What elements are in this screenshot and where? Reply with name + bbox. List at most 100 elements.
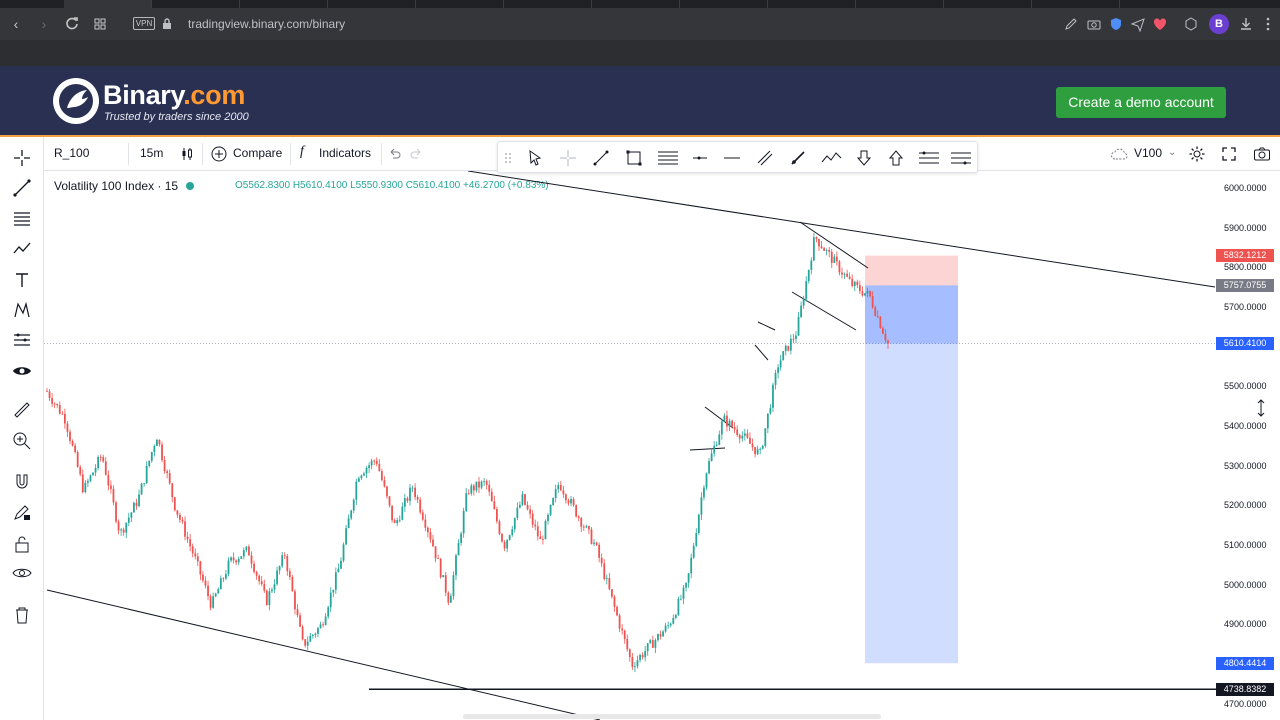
reload-icon[interactable] [64,16,80,32]
menu-dots-icon[interactable] [1260,16,1276,32]
line-tool-icon[interactable] [592,149,610,167]
browser-tab[interactable] [240,0,328,8]
long-position-icon[interactable] [918,149,940,167]
lock-drawing-icon[interactable] [11,501,33,523]
compare-plus-icon[interactable] [211,146,227,162]
camera-icon[interactable] [1086,16,1102,32]
browser-tab-active[interactable] [64,0,152,8]
browser-tab[interactable] [1032,0,1120,8]
eye-icon[interactable] [11,360,33,382]
edit-icon[interactable] [1063,16,1079,32]
candle-body [485,480,488,485]
text-tool-icon[interactable] [11,269,33,291]
parallel-channel-icon[interactable] [756,149,774,167]
profile-avatar[interactable]: B [1209,14,1229,34]
ruler-icon[interactable] [11,399,33,421]
candle-body [258,575,261,582]
send-icon[interactable] [1130,16,1146,32]
back-icon[interactable]: ‹ [8,16,24,32]
cloud-icon[interactable] [1110,147,1130,161]
indicators-button[interactable]: Indicators [319,146,371,160]
heart-icon[interactable] [1152,16,1168,32]
lock-icon[interactable] [160,17,174,31]
candle-body [163,460,166,472]
browser-tab[interactable] [416,0,504,8]
pattern-icon[interactable] [11,238,33,260]
browser-tab[interactable] [152,0,240,8]
create-demo-account-button[interactable]: Create a demo account [1056,87,1226,118]
price-axis-tick: 5900.0000 [1224,222,1267,233]
candles-icon[interactable] [180,147,194,161]
bookmarks-bar [0,40,1280,66]
candle-body [792,338,795,340]
magnet-icon[interactable] [11,471,33,493]
short-position-icon[interactable] [950,149,972,167]
candle-body [674,614,677,618]
candle-body [708,461,710,474]
template-selector[interactable]: V100 [1134,146,1162,160]
browser-tab[interactable] [856,0,944,8]
arrow-up-icon[interactable] [887,149,905,167]
candle-body [150,452,153,461]
candle-body [498,521,501,534]
price-chart-canvas[interactable] [44,171,1216,720]
horizontal-ray-icon[interactable] [691,149,709,167]
time-scrollbar[interactable] [463,714,881,719]
drag-handle-icon[interactable] [504,149,512,167]
browser-tab[interactable] [328,0,416,8]
shield-icon[interactable] [1108,16,1124,32]
trend-line-icon[interactable] [11,177,33,199]
xabcd-pattern-icon[interactable] [11,299,33,321]
hide-icon[interactable] [11,562,33,584]
candle-body [669,623,672,626]
download-icon[interactable] [1238,16,1254,32]
tab-grid-icon[interactable] [92,16,108,32]
snapshot-camera-icon[interactable] [1253,146,1271,162]
url-field[interactable]: tradingview.binary.com/binary [188,16,345,32]
candle-body [621,628,624,631]
binary-logo-icon[interactable] [53,78,99,124]
candle-body [291,577,294,592]
fib-retracement-icon[interactable] [11,208,33,230]
horizontal-line-icon[interactable] [723,149,741,167]
price-axis-tick: 5700.0000 [1224,302,1267,312]
path-tool-icon[interactable] [821,149,843,167]
fx-icon[interactable]: f [300,144,304,160]
trash-icon[interactable] [11,604,33,626]
browser-tab[interactable] [944,0,1032,8]
candle-body [396,520,399,524]
candle-body [355,481,358,500]
interval-selector[interactable]: 15m [140,146,163,160]
lock-icon[interactable] [11,533,33,555]
crosshair-icon[interactable] [11,147,33,169]
undo-icon[interactable] [387,147,401,161]
fib-levels-icon[interactable] [657,149,679,167]
template-chevron-icon[interactable]: ⌄ [1168,147,1176,158]
rectangle-tool-icon[interactable] [625,149,643,167]
browser-tab[interactable] [592,0,680,8]
cursor-arrow-icon[interactable] [526,149,544,167]
candle-body [807,269,810,282]
logo-wordmark[interactable]: Binary.com [103,80,245,111]
zoom-in-icon[interactable] [11,430,33,452]
ray-tool-icon[interactable] [789,149,807,167]
symbol-search[interactable]: R_100 [54,146,89,160]
stop-loss-zone [865,255,958,286]
candle-body [782,351,785,361]
prediction-icon[interactable] [11,329,33,351]
browser-tab[interactable] [680,0,768,8]
browser-tab[interactable] [504,0,592,8]
settings-gear-icon[interactable] [1188,145,1206,163]
vpn-badge[interactable]: VPN [133,17,155,30]
forward-icon[interactable]: › [36,16,52,32]
candle-body [97,456,100,469]
candle-body [544,520,547,540]
candle-body [774,372,777,385]
redo-icon[interactable] [410,147,424,161]
cross-tool-icon[interactable] [559,149,577,167]
browser-tab[interactable] [768,0,856,8]
arrow-down-icon[interactable] [855,149,873,167]
compare-button[interactable]: Compare [233,146,282,160]
extensions-icon[interactable] [1183,16,1199,32]
fullscreen-icon[interactable] [1221,146,1237,162]
